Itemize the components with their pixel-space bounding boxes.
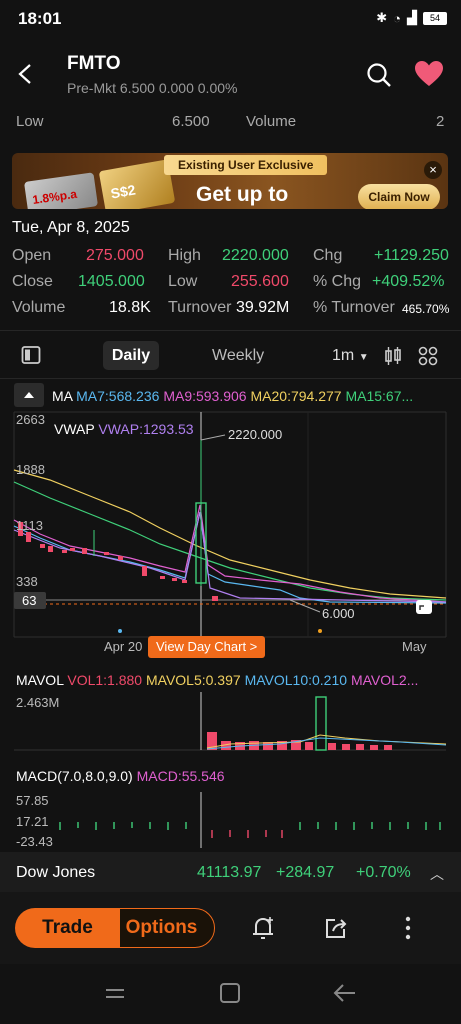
system-nav-bar <box>0 964 461 1024</box>
pturn-value: 465.70% <box>402 302 450 316</box>
open-value: 275.000 <box>86 247 144 264</box>
view-day-chart-button[interactable]: View Day Chart > <box>148 636 266 658</box>
options-button[interactable]: Options <box>108 908 215 948</box>
y-axis-label: 1888 <box>16 462 45 477</box>
x-axis-label: May <box>402 639 427 654</box>
favorite-heart-icon[interactable] <box>414 60 444 88</box>
price-alert-bell-icon[interactable] <box>250 915 276 941</box>
index-price: 41113.97 <box>197 864 262 881</box>
low-marker-label: 6.000 <box>322 606 355 621</box>
search-icon[interactable] <box>366 62 392 88</box>
interval-select[interactable]: 1m ▼ <box>332 347 369 365</box>
recent-apps-icon[interactable] <box>104 984 126 1002</box>
volume-value: 2 <box>436 113 445 130</box>
close-icon[interactable]: × <box>424 161 442 179</box>
macd-bars-down <box>211 830 283 838</box>
low-label: Low <box>16 113 44 130</box>
y-axis-label: 1113 <box>16 518 43 533</box>
turnover-value: 39.92M <box>236 299 290 316</box>
status-time: 18:01 <box>18 9 62 28</box>
promo-headline: Get up to <box>196 183 289 206</box>
candlestick-icon[interactable] <box>383 346 403 366</box>
pchg-value: +409.52% <box>372 273 445 290</box>
chg-label: Chg <box>313 247 343 264</box>
quote-date: Tue, Apr 8, 2025 <box>12 219 130 236</box>
back-nav-icon[interactable] <box>333 982 357 1004</box>
vwap-line <box>13 511 447 603</box>
tab-daily[interactable]: Daily <box>103 341 159 370</box>
back-arrow-icon[interactable] <box>14 62 38 86</box>
y-axis-label: 338 <box>16 574 38 589</box>
close-value: 1405.000 <box>78 273 145 290</box>
battery-icon: 54 <box>423 11 447 25</box>
low-stat-label: Low <box>168 273 198 290</box>
high-marker-label: 2220.000 <box>228 427 283 442</box>
promo-tag: Existing User Exclusive <box>164 155 328 175</box>
bluetooth-icon: ✱ <box>376 10 388 25</box>
candlesticks <box>18 440 218 601</box>
home-icon[interactable] <box>219 982 241 1004</box>
mavol-legend: MAVOL VOL1:1.880 MAVOL5:0.397 MAVOL10:0.… <box>16 672 419 688</box>
tab-weekly[interactable]: Weekly <box>212 347 264 365</box>
share-icon[interactable] <box>323 915 349 941</box>
volume-chart[interactable] <box>0 690 461 752</box>
wifi-icon: ◔ <box>393 10 401 26</box>
vwap-legend: VWAP VWAP:1293.53 <box>52 421 196 437</box>
status-bar: 18:01 ✱ ◔ ▟ 54 <box>0 0 461 38</box>
premarket-quote: Pre-Mkt 6.500 0.000 0.00% <box>67 80 238 96</box>
collapse-toggle[interactable] <box>14 383 44 407</box>
ticker-symbol: FMTO <box>67 53 121 74</box>
sidebar-toggle-icon[interactable] <box>21 345 41 365</box>
index-pct: +0.70% <box>356 864 411 881</box>
y-axis-label: 2663 <box>16 412 45 427</box>
signal-icon: ▟ <box>407 10 417 25</box>
ma7-line <box>13 511 447 604</box>
x-axis-label: Apr 20 <box>104 639 143 654</box>
grid-layout-icon[interactable] <box>418 346 438 366</box>
high-value: 2220.000 <box>222 247 289 264</box>
ma9-line <box>13 504 447 603</box>
claim-now-button[interactable]: Claim Now <box>358 184 440 209</box>
caret-up-icon <box>24 392 34 398</box>
chg-value: +1129.250 <box>374 247 449 264</box>
dropdown-caret-icon: ▼ <box>358 352 369 363</box>
status-icons: ✱ ◔ ▟ 54 <box>376 10 447 26</box>
promo-card-image: 1.8%p.a <box>23 172 99 209</box>
divider <box>0 330 461 331</box>
ma-legend: MA MA7:568.236 MA9:593.906 MA20:794.277 … <box>52 388 414 404</box>
ma20-line <box>13 469 447 599</box>
low-value: 6.500 <box>172 113 210 130</box>
current-price-label: 63 <box>22 593 37 608</box>
price-chart[interactable] <box>0 405 461 660</box>
high-label: High <box>168 247 201 264</box>
volume-stat-label: Volume <box>12 299 66 316</box>
quote-summary-row: Low 6.500 Volume 2 <box>0 113 461 135</box>
chevron-up-icon[interactable]: ︿ <box>430 864 444 884</box>
trade-button[interactable]: Trade <box>15 908 120 948</box>
index-change: +284.97 <box>276 864 335 881</box>
volume-label: Volume <box>246 113 297 130</box>
more-options-icon[interactable] <box>403 915 413 941</box>
promo-banner[interactable]: 1.8%p.a S$2 Existing User Exclusive Get … <box>12 153 448 209</box>
index-name: Dow Jones <box>16 864 96 881</box>
index-ticker-dow[interactable]: Dow Jones 41113.97 +284.97 +0.70% ︿ <box>0 852 461 892</box>
divider <box>0 378 461 379</box>
macd-legend: MACD(7.0,8.0,9.0) MACD:55.546 <box>16 768 225 784</box>
pturn-label: % Turnover <box>313 299 395 316</box>
turnover-label: Turnover <box>168 299 232 316</box>
low-stat-value: 255.600 <box>231 273 289 290</box>
reset-zoom-icon[interactable] <box>416 600 432 614</box>
macd-chart[interactable] <box>0 790 461 850</box>
pchg-label: % Chg <box>313 273 362 290</box>
volume-stat-value: 18.8K <box>109 299 151 316</box>
open-label: Open <box>12 247 52 264</box>
close-label: Close <box>12 273 53 290</box>
macd-bars-up <box>59 822 441 830</box>
